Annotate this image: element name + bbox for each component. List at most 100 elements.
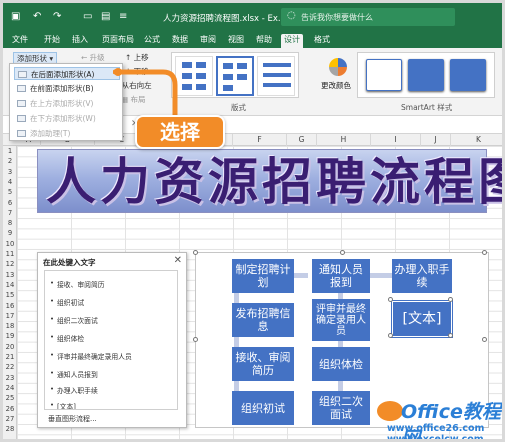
tab-file[interactable]: 文件 — [9, 34, 31, 48]
close-icon[interactable]: ✕ — [174, 255, 182, 266]
format-icon[interactable]: ≡ — [119, 11, 127, 22]
tab-formulas[interactable]: 公式 — [141, 34, 163, 48]
col-header[interactable]: K — [451, 134, 502, 146]
watermark-url: www.office26.com www.excelcw.com — [387, 423, 484, 439]
row-header[interactable]: 22 — [3, 362, 17, 372]
layout-description-link[interactable]: 垂直图形流程... — [48, 414, 97, 424]
save-icon[interactable]: ▣ — [11, 11, 20, 22]
resize-handle[interactable] — [448, 297, 453, 302]
flow-node[interactable]: 组织初试 — [232, 391, 294, 425]
row-header[interactable]: 4 — [3, 177, 17, 187]
row-header[interactable]: 16 — [3, 301, 17, 311]
shape-above-icon — [17, 100, 26, 107]
resize-handle[interactable] — [340, 250, 345, 255]
row-header[interactable]: 13 — [3, 270, 17, 280]
layouts-group-label: 版式 — [231, 103, 246, 112]
row-header[interactable]: 6 — [3, 198, 17, 208]
add-shape-menu: 在后面添加形状(A) 在前面添加形状(B) 在上方添加形状(V) 在下方添加形状… — [9, 63, 123, 141]
row-header[interactable]: 21 — [3, 352, 17, 362]
row-header[interactable]: 15 — [3, 290, 17, 300]
row-headers: 1 2 3 4 5 6 7 8 9 10 11 12 13 14 15 16 17 18 19 20 21 22 23 24 2… — [3, 146, 17, 439]
callout-connector — [113, 68, 178, 118]
tab-home[interactable]: 开始 — [41, 34, 63, 48]
row-header[interactable]: 25 — [3, 393, 17, 403]
row-header[interactable]: 7 — [3, 208, 17, 218]
resize-handle[interactable] — [388, 297, 393, 302]
row-header[interactable]: 11 — [3, 249, 17, 259]
row-header[interactable]: 8 — [3, 218, 17, 228]
flow-node[interactable]: 制定招聘计划 — [232, 259, 294, 293]
redo-icon[interactable]: ↷ — [53, 11, 61, 22]
flow-node[interactable]: 评审并最终确定录用人员 — [312, 299, 370, 341]
list-item[interactable]: 办理入职手续 — [50, 385, 98, 395]
col-header[interactable]: G — [287, 134, 317, 146]
list-item[interactable]: 组织二次面试 — [50, 315, 98, 325]
style-option-3[interactable] — [450, 59, 486, 91]
row-header[interactable]: 26 — [3, 404, 17, 414]
row-header[interactable]: 2 — [3, 156, 17, 166]
tab-help[interactable]: 帮助 — [253, 34, 275, 48]
flow-node-selected[interactable]: [文本] — [391, 300, 453, 338]
list-item[interactable]: 接收、审阅简历 — [50, 279, 105, 289]
flow-node[interactable]: 发布招聘信息 — [232, 303, 294, 337]
search-placeholder: 告诉我你想要做什么 — [301, 13, 373, 22]
resize-handle[interactable] — [388, 333, 393, 338]
row-header[interactable]: 12 — [3, 259, 17, 269]
tab-design[interactable]: 设计 — [281, 34, 303, 48]
menu-add-shape-before[interactable]: 在前面添加形状(B) — [14, 82, 120, 95]
row-header[interactable]: 23 — [3, 373, 17, 383]
tab-data[interactable]: 数据 — [169, 34, 191, 48]
row-header[interactable]: 3 — [3, 167, 17, 177]
change-colors-button[interactable]: 更改颜色 — [321, 54, 353, 104]
print-icon[interactable]: ▤ — [101, 11, 110, 22]
list-item[interactable]: [文本] — [50, 401, 76, 409]
row-header[interactable]: 27 — [3, 414, 17, 424]
menu-add-shape-after[interactable]: 在后面添加形状(A) — [14, 67, 120, 80]
row-header[interactable]: 9 — [3, 228, 17, 238]
row-header[interactable]: 18 — [3, 321, 17, 331]
list-item[interactable]: 组织体检 — [50, 333, 84, 343]
resize-handle[interactable] — [482, 337, 487, 342]
tab-page-layout[interactable]: 页面布局 — [99, 34, 137, 48]
move-up-label: 上移 — [133, 53, 149, 62]
list-item[interactable]: 组织初试 — [50, 297, 84, 307]
row-header[interactable]: 19 — [3, 331, 17, 341]
resize-handle[interactable] — [193, 337, 198, 342]
flow-node[interactable]: 通知人员报到 — [312, 259, 370, 293]
list-item[interactable]: 通知人员报到 — [50, 369, 98, 379]
row-header[interactable]: 17 — [3, 311, 17, 321]
list-item[interactable]: 评审并最终确定录用人员 — [50, 351, 132, 361]
tab-insert[interactable]: 插入 — [69, 34, 91, 48]
tab-review[interactable]: 审阅 — [197, 34, 219, 48]
row-header[interactable]: 24 — [3, 383, 17, 393]
row-header[interactable]: 10 — [3, 239, 17, 249]
col-header[interactable]: I — [371, 134, 421, 146]
tab-format[interactable]: 格式 — [311, 34, 333, 48]
row-header[interactable]: 14 — [3, 280, 17, 290]
flow-node[interactable]: 组织体检 — [312, 347, 370, 381]
resize-handle[interactable] — [448, 333, 453, 338]
row-header[interactable]: 20 — [3, 342, 17, 352]
undo-icon[interactable]: ↶ — [33, 11, 41, 22]
col-header[interactable]: F — [233, 134, 287, 146]
tab-view[interactable]: 视图 — [225, 34, 247, 48]
tell-me-search[interactable]: ◌ 告诉我你想要做什么 — [281, 8, 455, 26]
resize-handle[interactable] — [482, 250, 487, 255]
flow-node[interactable]: 办理入职手续 — [392, 259, 452, 293]
col-header[interactable]: J — [421, 134, 451, 146]
flow-node[interactable]: 接收、审阅简历 — [232, 347, 294, 381]
row-header[interactable]: 1 — [3, 146, 17, 156]
promote-button[interactable]: ← 升级 — [81, 52, 105, 63]
folder-icon[interactable]: ▭ — [83, 11, 92, 22]
col-header[interactable]: H — [317, 134, 371, 146]
text-pane-list[interactable]: 接收、审阅简历 组织初试 组织二次面试 组织体检 评审并最终确定录用人员 通知人… — [44, 270, 178, 410]
move-up-button[interactable]: ↑ 上移 — [125, 52, 149, 63]
resize-handle[interactable] — [193, 250, 198, 255]
assistant-icon — [17, 130, 26, 137]
style-option-2[interactable] — [408, 59, 444, 91]
style-option-1[interactable] — [366, 59, 402, 91]
title-wordart[interactable]: 人力资源招聘流程图 — [37, 149, 502, 213]
layout-option-3[interactable] — [257, 56, 295, 96]
row-header[interactable]: 5 — [3, 187, 17, 197]
row-header[interactable]: 28 — [3, 424, 17, 434]
